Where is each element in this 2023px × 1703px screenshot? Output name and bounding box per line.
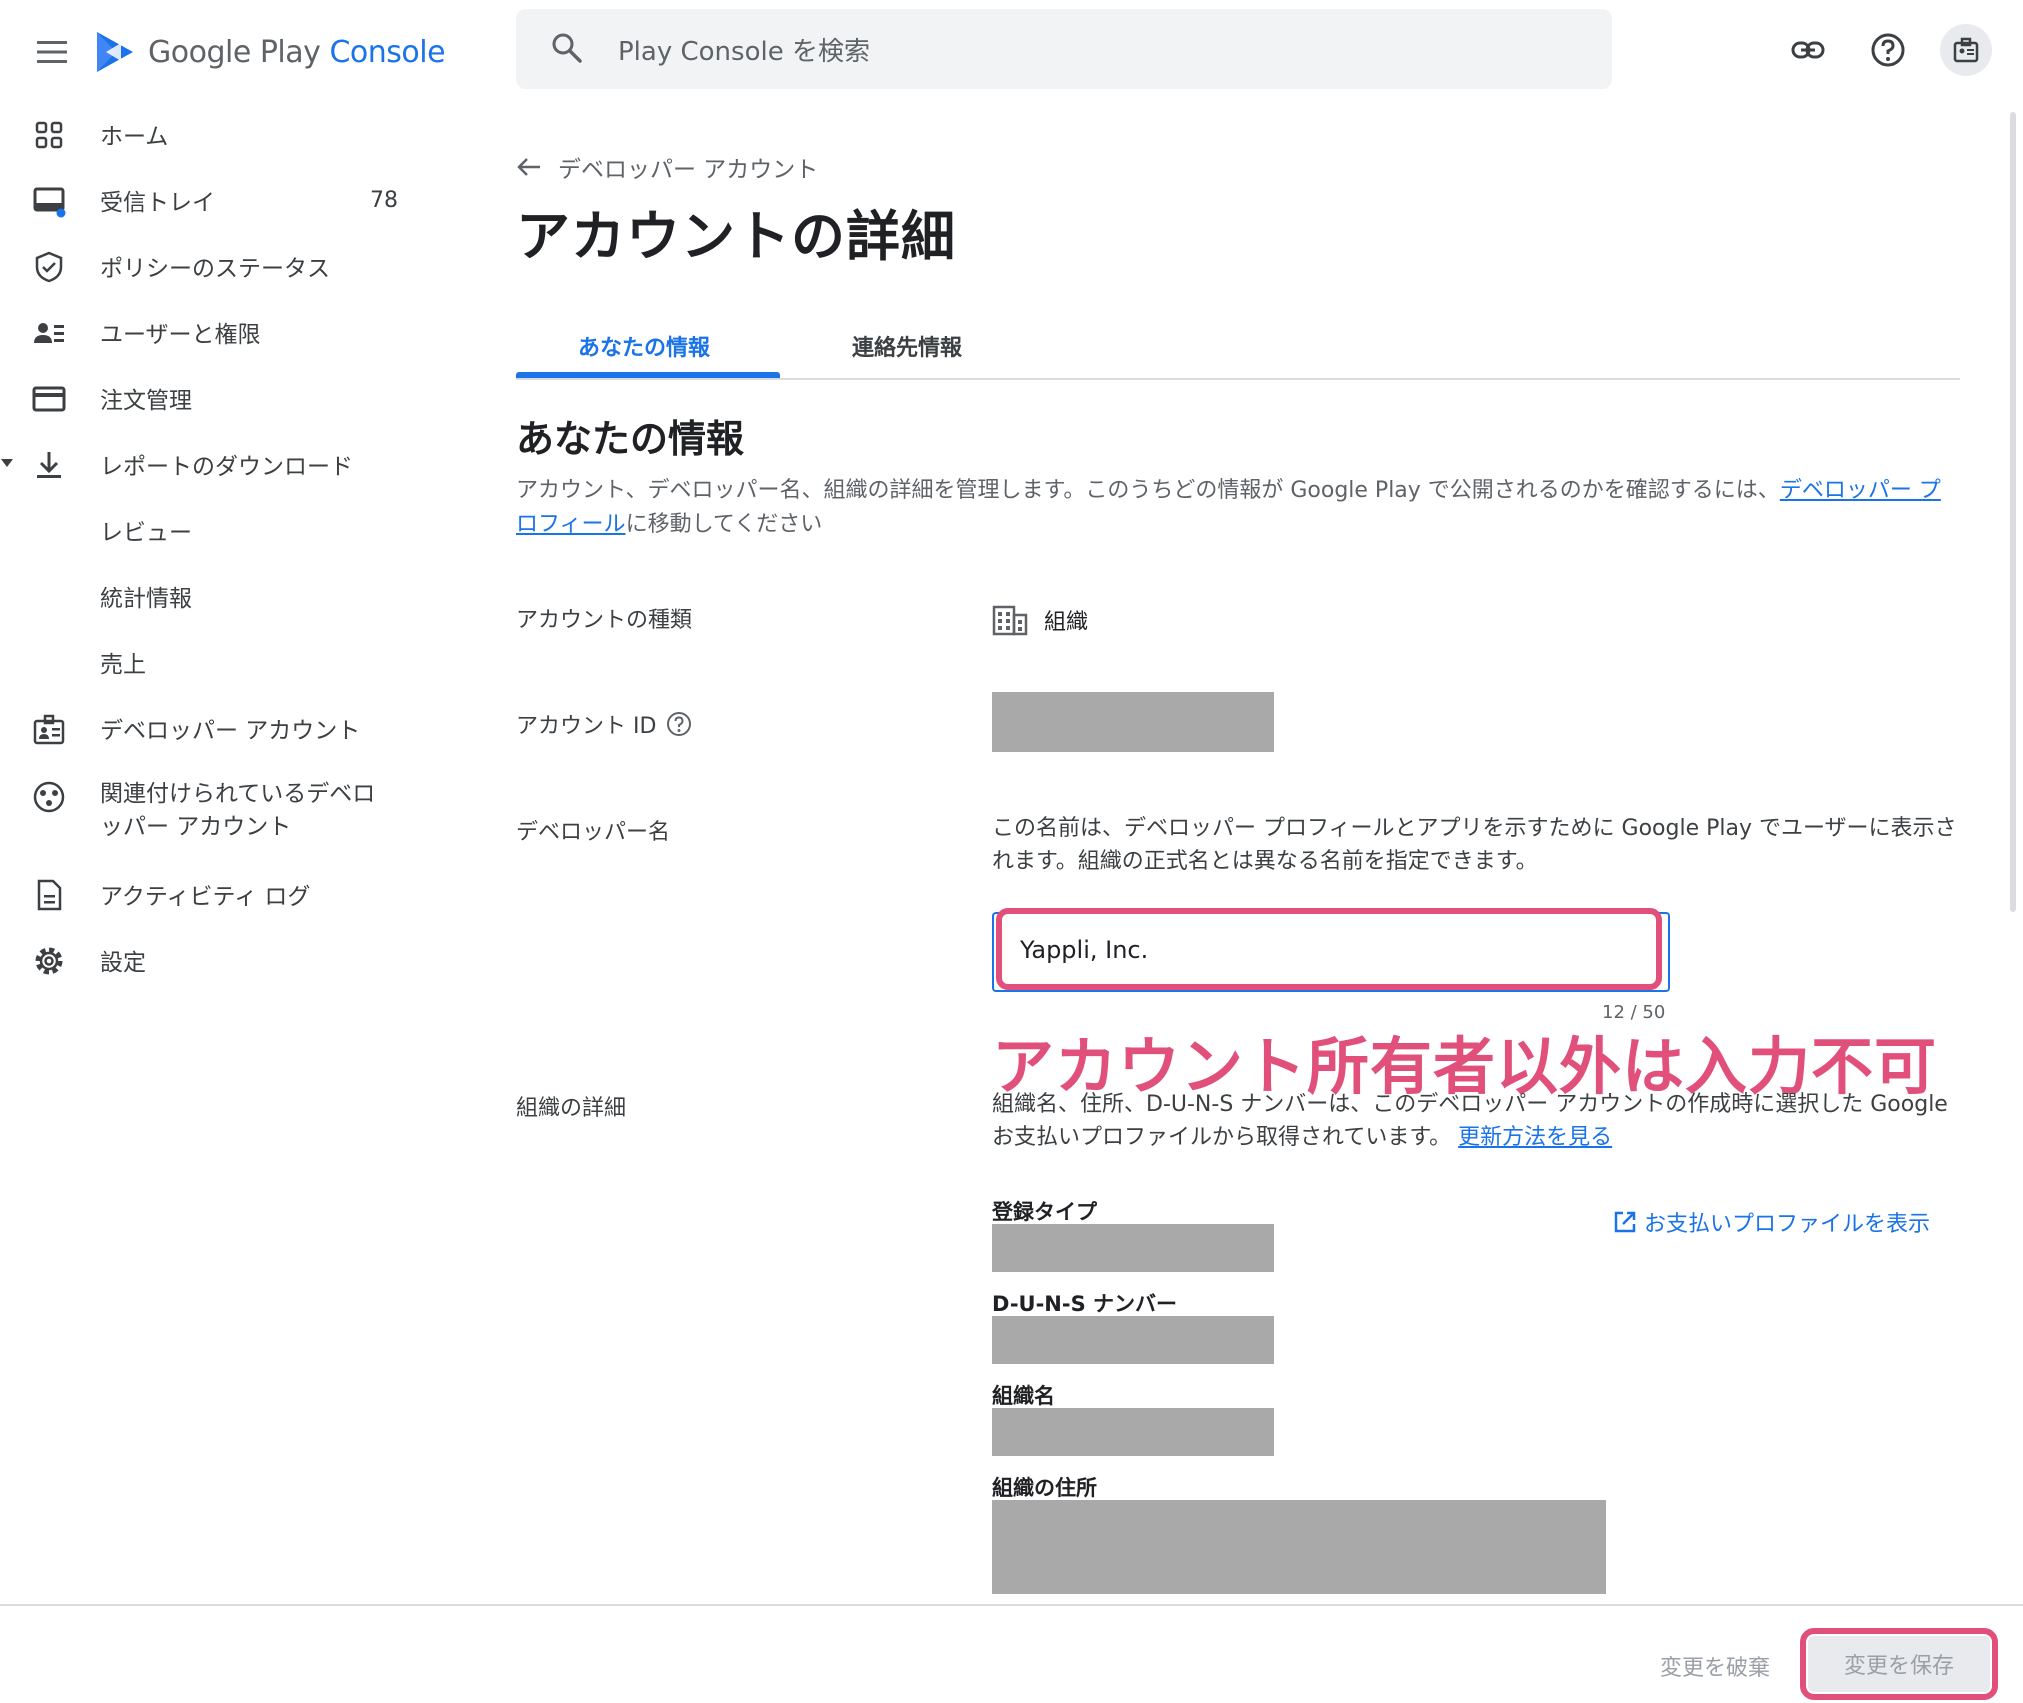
sidebar-item-users[interactable]: ユーザーと権限 xyxy=(0,306,470,358)
sidebar-item-label: レポートのダウンロード xyxy=(100,454,353,480)
account-id-redacted xyxy=(992,692,1274,752)
sidebar-item-label: ホーム xyxy=(100,124,169,150)
inbox-icon xyxy=(32,184,66,218)
annotation-highlight-box xyxy=(996,908,1662,990)
sidebar-item-policy-status[interactable]: ポリシーのステータス xyxy=(0,240,470,292)
registration-type-redacted xyxy=(992,1224,1274,1272)
play-logo-icon xyxy=(94,29,136,75)
google-play-console-logo[interactable]: Google Play Console xyxy=(94,24,446,80)
developer-name-help: この名前は、デベロッパー プロフィールとアプリを示すために Google Pla… xyxy=(992,816,1957,874)
developer-name-label: デベロッパー名 xyxy=(516,820,671,845)
building-icon xyxy=(992,604,1028,636)
search-input[interactable]: Play Console を検索 xyxy=(618,31,870,68)
search-bar[interactable]: Play Console を検索 xyxy=(516,9,1612,89)
org-address-redacted xyxy=(992,1500,1606,1594)
inbox-count-badge: 78 xyxy=(370,187,398,213)
account-avatar[interactable] xyxy=(1940,24,1992,76)
sidebar-item-label: 関連付けられているデベロ ッパー アカウント xyxy=(100,781,376,840)
link-icon[interactable] xyxy=(1782,24,1834,76)
org-address-label: 組織の住所 xyxy=(992,1476,1097,1500)
sidebar-item-settings[interactable]: 設定 xyxy=(0,934,470,986)
registration-type-label: 登録タイプ xyxy=(992,1200,1097,1224)
account-type-label: アカウントの種類 xyxy=(516,608,693,633)
help-icon[interactable] xyxy=(666,711,692,737)
sidebar-item-label: 注文管理 xyxy=(100,388,192,414)
tab-contact-info[interactable]: 連絡先情報 xyxy=(852,330,962,362)
sidebar-item-label: ポリシーのステータス xyxy=(100,256,330,282)
credit-card-icon xyxy=(32,382,66,416)
document-icon xyxy=(32,878,66,912)
tab-your-info[interactable]: あなたの情報 xyxy=(578,330,710,362)
duns-redacted xyxy=(992,1316,1274,1364)
gear-icon xyxy=(32,944,66,978)
shield-icon xyxy=(32,250,66,284)
sidebar-item-label: 設定 xyxy=(100,950,146,976)
sidebar-item-orders[interactable]: 注文管理 xyxy=(0,372,470,424)
discard-changes-button[interactable]: 変更を破棄 xyxy=(1660,1650,1770,1682)
payments-profile-link[interactable]: お支払いプロファイルを表示 xyxy=(1612,1206,1930,1238)
update-method-link[interactable]: 更新方法を見る xyxy=(1458,1125,1612,1150)
caret-down-icon[interactable] xyxy=(0,458,14,468)
help-icon[interactable] xyxy=(1862,24,1914,76)
section-description: アカウント、デベロッパー名、組織の詳細を管理します。このうちどの情報が Goog… xyxy=(516,478,1941,537)
sidebar-item-label: 統計情報 xyxy=(100,586,192,612)
sidebar-item-home[interactable]: ホーム xyxy=(0,108,470,160)
duns-label: D-U-N-S ナンバー xyxy=(992,1292,1178,1316)
badge-icon xyxy=(1952,36,1980,64)
org-name-redacted xyxy=(992,1408,1274,1456)
account-id-label: アカウント ID xyxy=(516,708,692,740)
arrow-back-icon[interactable] xyxy=(516,156,542,178)
scrollbar[interactable] xyxy=(2010,112,2016,912)
sidebar-item-label: アクティビティ ログ xyxy=(100,884,311,910)
download-icon xyxy=(32,448,66,482)
sidebar-item-label: レビュー xyxy=(100,520,192,546)
org-name-label: 組織名 xyxy=(992,1384,1055,1408)
sidebar-item-earnings[interactable]: 売上 xyxy=(0,636,470,688)
tab-divider xyxy=(516,378,1960,380)
annotation-highlight-box xyxy=(1800,1628,1998,1700)
sidebar-item-label: デベロッパー アカウント xyxy=(100,718,361,744)
section-title: あなたの情報 xyxy=(516,417,745,461)
sidebar-item-statistics[interactable]: 統計情報 xyxy=(0,570,470,622)
sidebar-item-developer-account[interactable]: デベロッパー アカウント xyxy=(0,702,470,754)
sidebar-item-reviews[interactable]: レビュー xyxy=(0,504,470,556)
account-type-value: 組織 xyxy=(992,604,1088,636)
sidebar-item-inbox[interactable]: 受信トレイ 78 xyxy=(0,174,470,226)
badge-icon xyxy=(32,712,66,746)
org-details-label: 組織の詳細 xyxy=(516,1096,627,1121)
sidebar-item-linked-developer-accounts[interactable]: 関連付けられているデベロ ッパー アカウント xyxy=(0,774,470,844)
open-in-new-icon xyxy=(1612,1209,1638,1235)
search-icon xyxy=(550,31,584,65)
page-title: アカウントの詳細 xyxy=(516,205,956,268)
grid-icon xyxy=(32,118,66,152)
org-details-help: 組織名、住所、D-U-N-S ナンバーは、このデベロッパー アカウントの作成時に… xyxy=(992,1092,1948,1150)
linked-accounts-icon xyxy=(32,780,66,814)
sidebar-item-label: ユーザーと権限 xyxy=(100,322,261,348)
users-icon xyxy=(32,316,66,350)
sidebar-item-label: 受信トレイ xyxy=(100,190,215,216)
sidebar-item-label: 売上 xyxy=(100,652,146,678)
sidebar-item-activity-log[interactable]: アクティビティ ログ xyxy=(0,868,470,920)
tab-active-indicator xyxy=(516,372,780,378)
logo-text: Google Play Console xyxy=(148,34,446,70)
sidebar-item-download-reports[interactable]: レポートのダウンロード xyxy=(0,438,470,490)
breadcrumb[interactable]: デベロッパー アカウント xyxy=(516,150,818,184)
breadcrumb-label[interactable]: デベロッパー アカウント xyxy=(558,150,818,184)
menu-icon[interactable] xyxy=(32,32,72,72)
